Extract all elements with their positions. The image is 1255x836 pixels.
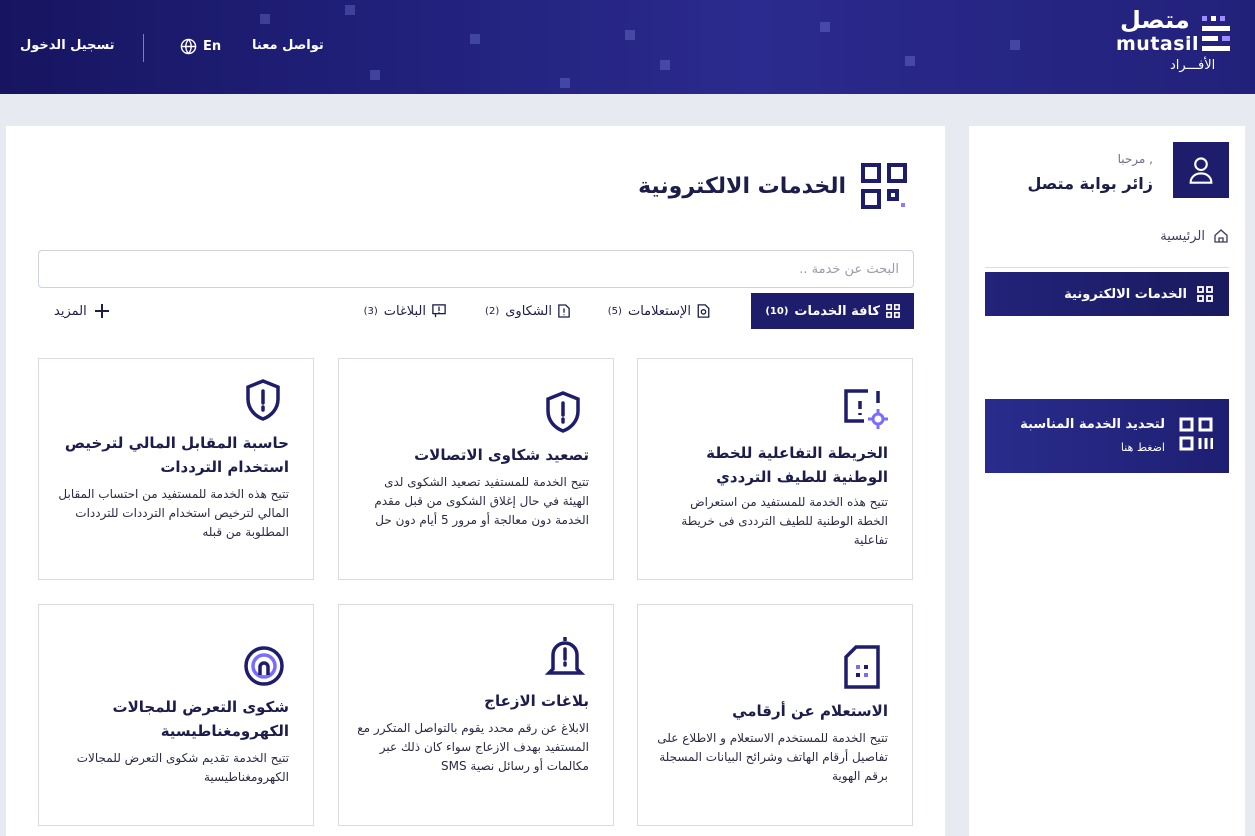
sidebar-item-label: الرئيسية xyxy=(1160,228,1205,244)
bell-alert-icon xyxy=(545,637,585,675)
signal-radar-icon xyxy=(244,646,284,686)
language-label: En xyxy=(203,39,222,54)
card-description: الابلاغ عن رقم محدد يقوم بالتواصل المتكر… xyxy=(357,721,589,773)
globe-icon xyxy=(180,38,197,55)
greeting-text: مرحبا , xyxy=(1117,152,1153,166)
tab-label: كافة الخدمات xyxy=(794,303,880,319)
more-label: المزيد xyxy=(54,303,87,319)
tab-count: (3) xyxy=(363,305,378,317)
logo-subtitle: الأفـــراد xyxy=(1170,58,1216,73)
banner-title: لتحديد الخدمة المناسبة xyxy=(1020,417,1165,432)
card-title: شكوى التعرض للمجالات الكهرومغناطيسية xyxy=(112,698,289,740)
contact-link[interactable]: تواصل معنا xyxy=(252,38,324,53)
service-card-spam-reports[interactable]: بلاغات الازعاج الابلاغ عن رقم محدد يقوم … xyxy=(338,604,614,826)
qr-code-icon xyxy=(1179,417,1213,451)
sidebar: مرحبا , زائر بوابة متصل الرئيسية الخدمات… xyxy=(969,126,1245,836)
service-card-fee-calculator[interactable]: حاسبة المقابل المالي لترخيص استخدام التر… xyxy=(38,358,314,580)
logo-arabic: متصل xyxy=(1120,6,1190,34)
banner-subtitle: اضغط هنا xyxy=(1120,441,1165,454)
sidebar-item-e-services[interactable]: الخدمات الالكترونية xyxy=(985,272,1229,316)
page-title: الخدمات الالكترونية xyxy=(638,173,846,199)
map-gear-icon xyxy=(844,389,888,429)
services-grid-icon xyxy=(861,163,907,209)
sidebar-item-label: الخدمات الالكترونية xyxy=(1064,286,1187,302)
service-filter-tabs: كافة الخدمات (10) الإستعلامات (5) الشكاو… xyxy=(38,293,914,329)
tab-inquiries[interactable]: الإستعلامات (5) xyxy=(608,293,710,329)
more-button[interactable]: المزيد xyxy=(54,293,109,329)
tab-label: الإستعلامات xyxy=(627,303,691,319)
visitor-name: زائر بوابة متصل xyxy=(1027,174,1153,193)
card-description: تتيح هذه الخدمة للمستفيد من احتساب المقا… xyxy=(58,487,289,539)
card-title: بلاغات الازعاج xyxy=(484,692,589,710)
service-card-my-numbers[interactable]: الاستعلام عن أرقامي تتيح الخدمة للمستخدم… xyxy=(637,604,913,826)
card-description: تتيح الخدمة تقديم شكوى التعرض للمجالات ا… xyxy=(76,751,289,784)
card-description: تتيح هذه الخدمة للمستفيد من استعراض الخط… xyxy=(681,495,888,547)
mutasil-logo-icon xyxy=(1202,16,1230,51)
home-icon xyxy=(1214,229,1228,243)
document-alert-icon xyxy=(558,304,570,318)
sim-card-icon xyxy=(844,645,880,689)
grid-icon xyxy=(1197,286,1213,302)
tab-count: (10) xyxy=(765,305,789,317)
search-input[interactable] xyxy=(38,250,914,288)
plus-icon xyxy=(94,304,109,318)
shield-alert-icon xyxy=(246,379,280,421)
card-description: تتيح الخدمة للمستخدم الاستعلام و الاطلاع… xyxy=(657,731,888,783)
service-card-interactive-map[interactable]: الخريطة التفاعلية للخطة الوطنية للطيف ال… xyxy=(637,358,913,580)
page-header: الخدمات الالكترونية xyxy=(638,162,908,210)
header-divider xyxy=(143,34,144,62)
tab-complaints[interactable]: الشكاوى (2) xyxy=(485,293,570,329)
top-header: تسجيل الدخول En تواصل معنا متصل mutasil … xyxy=(0,0,1255,94)
language-toggle[interactable]: En xyxy=(180,38,221,55)
tab-count: (5) xyxy=(607,305,622,317)
tab-label: الشكاوى xyxy=(505,303,552,319)
document-search-icon xyxy=(697,304,710,318)
avatar xyxy=(1173,142,1229,198)
card-title: حاسبة المقابل المالي لترخيص استخدام التر… xyxy=(64,434,289,476)
card-title: الخريطة التفاعلية للخطة الوطنية للطيف ال… xyxy=(706,444,888,486)
card-description: تتيح الخدمة للمستفيد تصعيد الشكوى لدى ال… xyxy=(374,475,589,527)
tab-reports[interactable]: البلاغات (3) xyxy=(364,293,446,329)
sidebar-divider xyxy=(985,267,1229,268)
grid-icon xyxy=(886,304,900,318)
logo-english: mutasil xyxy=(1116,33,1200,55)
flag-alert-icon xyxy=(432,304,446,318)
shield-alert-icon xyxy=(546,391,580,433)
find-service-banner[interactable]: لتحديد الخدمة المناسبة اضغط هنا xyxy=(985,399,1229,473)
card-title: تصعيد شكاوى الاتصالات xyxy=(414,446,589,464)
login-link[interactable]: تسجيل الدخول xyxy=(20,38,115,53)
service-card-escalate-complaints[interactable]: تصعيد شكاوى الاتصالات تتيح الخدمة للمستف… xyxy=(338,358,614,580)
sidebar-item-home[interactable]: الرئيسية xyxy=(1160,228,1229,244)
service-card-emf-complaint[interactable]: شكوى التعرض للمجالات الكهرومغناطيسية تتي… xyxy=(38,604,314,826)
user-icon xyxy=(1189,157,1213,184)
card-title: الاستعلام عن أرقامي xyxy=(732,702,888,720)
main-content: الخدمات الالكترونية كافة الخدمات (10) ال… xyxy=(6,126,945,836)
tab-label: البلاغات xyxy=(383,303,426,319)
tab-count: (2) xyxy=(485,305,500,317)
tab-all-services[interactable]: كافة الخدمات (10) xyxy=(751,293,914,329)
